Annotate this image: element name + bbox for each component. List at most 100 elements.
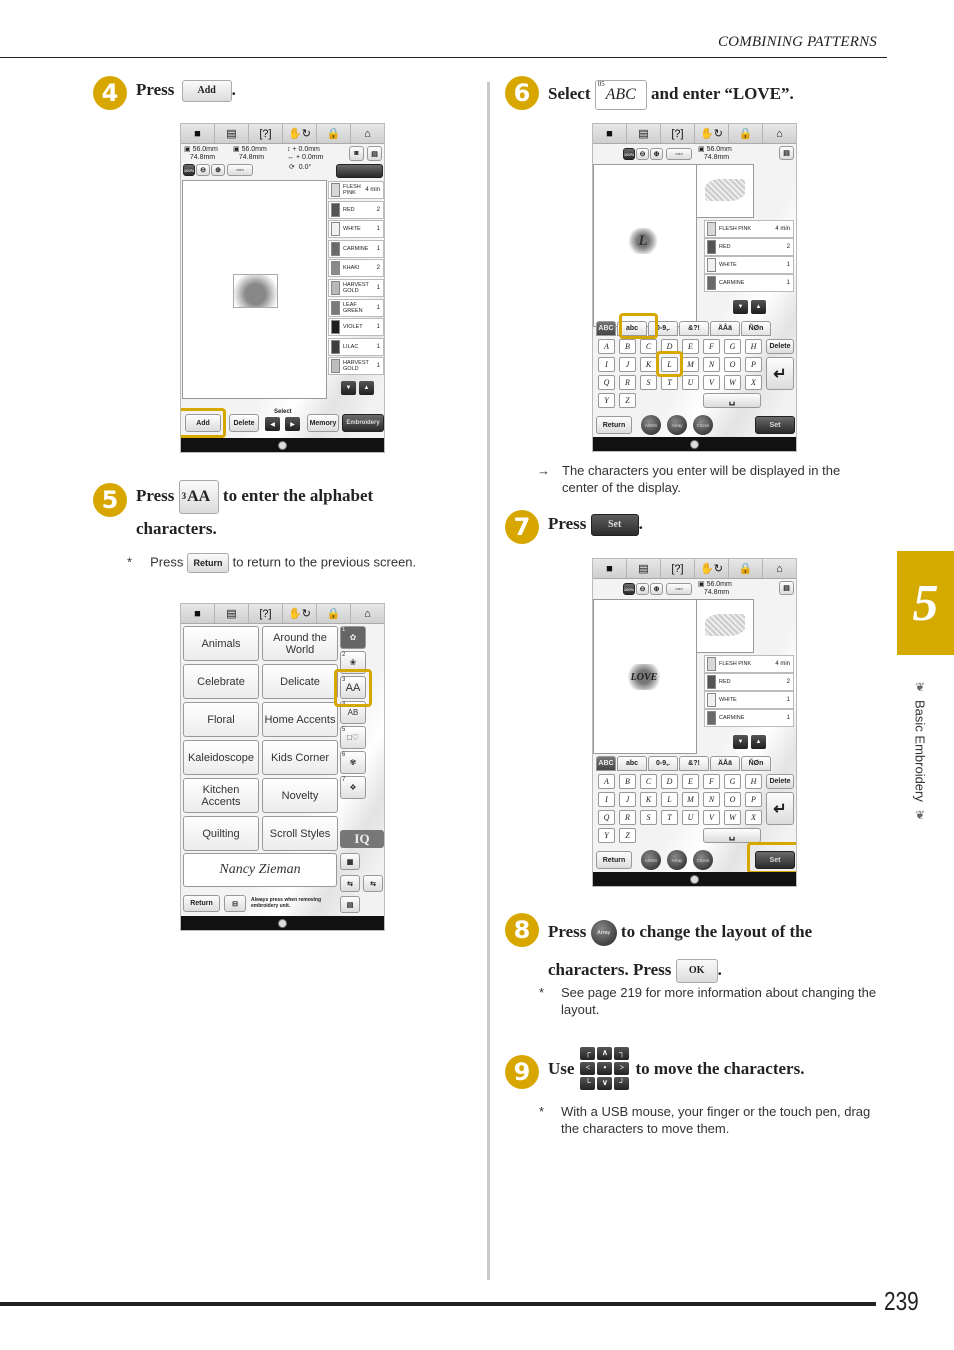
entered-character[interactable]: L	[628, 228, 658, 254]
zoom-level-button[interactable]: 100%	[623, 583, 635, 595]
key-s[interactable]: S	[640, 375, 657, 390]
embroidery-button[interactable]: Embroidery	[342, 414, 384, 432]
key-s[interactable]: S	[640, 810, 657, 825]
key-z[interactable]: Z	[619, 393, 636, 408]
key-b[interactable]: B	[619, 339, 636, 354]
home-icon[interactable]: ⌂	[763, 559, 796, 578]
keyboard-tab[interactable]: &?!	[679, 756, 709, 771]
page-icon[interactable]: ▤	[627, 559, 661, 578]
key-l[interactable]: L	[661, 792, 678, 807]
keyboard-tab[interactable]: abc	[617, 756, 647, 771]
select-next-button[interactable]: ▶	[285, 417, 300, 431]
category-button[interactable]: Celebrate	[183, 664, 259, 699]
category-button[interactable]: Around the World	[262, 626, 338, 661]
camera-icon[interactable]: ■	[181, 604, 215, 623]
edit-button[interactable]	[336, 164, 383, 178]
key-o[interactable]: O	[724, 792, 741, 807]
keyboard-tab[interactable]: ÑØn	[741, 321, 771, 336]
preview-icon[interactable]: ▤	[779, 581, 794, 595]
page-icon[interactable]: ▤	[215, 604, 249, 623]
thread-item[interactable]: WHITE 1	[704, 256, 794, 274]
zoom-out-icon[interactable]: ⊖	[196, 164, 210, 176]
key-w[interactable]: W	[724, 810, 741, 825]
key-d[interactable]: D	[661, 774, 678, 789]
key-k[interactable]: K	[640, 357, 657, 372]
love-pattern[interactable]: LOVE	[626, 664, 662, 690]
category-button[interactable]: Kitchen Accents	[183, 778, 259, 813]
thread-item[interactable]: FLESH PINK 4 min	[704, 655, 794, 673]
embroidery-canvas[interactable]: LOVE	[593, 599, 697, 754]
category-button[interactable]: Animals	[183, 626, 259, 661]
page-icon[interactable]: ▤	[627, 124, 661, 143]
key-o[interactable]: O	[724, 357, 741, 372]
key-e[interactable]: E	[682, 339, 699, 354]
thread-item[interactable]: WHITE 1	[704, 691, 794, 709]
zoom-in-icon[interactable]: ⊕	[650, 148, 663, 160]
memory-button[interactable]: Memory	[307, 414, 339, 432]
usb-mouse-icon[interactable]: ⇆	[363, 875, 383, 892]
category-button[interactable]: Kaleidoscope	[183, 740, 259, 775]
category-button[interactable]: Home Accents	[262, 702, 338, 737]
keyboard-tab[interactable]: ÄÅä	[710, 756, 740, 771]
set-button[interactable]: Set	[755, 416, 795, 434]
key-m[interactable]: M	[682, 792, 699, 807]
camera-view-icon[interactable]: ◙	[349, 146, 364, 161]
key-r[interactable]: R	[619, 810, 636, 825]
return-button[interactable]: Return	[596, 851, 632, 869]
enter-key[interactable]: ↵	[766, 792, 794, 825]
key-u[interactable]: U	[682, 810, 699, 825]
zoom-level-button[interactable]: 100%	[623, 148, 635, 160]
zoom-out-icon[interactable]: ⊖	[636, 583, 649, 595]
key-j[interactable]: J	[619, 357, 636, 372]
camera-icon[interactable]: ■	[593, 124, 627, 143]
enter-key[interactable]: ↵	[766, 357, 794, 390]
key-c[interactable]: C	[640, 339, 657, 354]
frame-display-icon[interactable]: ▫▫▫	[666, 148, 692, 160]
presser-foot-icon[interactable]: ✋↻	[283, 124, 317, 143]
usb-icon[interactable]: ⇆	[340, 875, 360, 892]
key-v[interactable]: V	[703, 375, 720, 390]
category-button[interactable]: Novelty	[262, 778, 338, 813]
keyboard-tab[interactable]: &?!	[679, 321, 709, 336]
delete-button[interactable]: Delete	[229, 414, 259, 432]
zoom-out-icon[interactable]: ⊖	[636, 148, 649, 160]
key-w[interactable]: W	[724, 375, 741, 390]
array-button[interactable]: Array	[667, 850, 687, 870]
side-category-7[interactable]: 7 ❖	[340, 776, 366, 799]
key-z[interactable]: Z	[619, 828, 636, 843]
scroll-up-button[interactable]: ▲	[359, 381, 374, 395]
key-a[interactable]: A	[598, 774, 615, 789]
scroll-up-button[interactable]: ▲	[751, 300, 766, 314]
thread-item[interactable]: CARMINE 1	[328, 239, 384, 258]
machine-memory-icon[interactable]: ▦	[340, 853, 360, 870]
presser-foot-icon[interactable]: ✋↻	[695, 124, 729, 143]
signature-button[interactable]: Nancy Zieman	[183, 853, 337, 887]
key-k[interactable]: K	[640, 792, 657, 807]
ams-button[interactable]: A/M/S	[641, 415, 661, 435]
presser-foot-icon[interactable]: ✋↻	[695, 559, 729, 578]
check-button[interactable]: Check	[693, 415, 713, 435]
scroll-down-button[interactable]: ▼	[733, 735, 748, 749]
help-icon[interactable]: [?]	[661, 559, 695, 578]
key-t[interactable]: T	[661, 375, 678, 390]
page-icon[interactable]: ▤	[215, 124, 249, 143]
key-y[interactable]: Y	[598, 828, 615, 843]
thread-item[interactable]: KHAKI 2	[328, 259, 384, 278]
ams-button[interactable]: A/M/S	[641, 850, 661, 870]
lock-icon[interactable]: 🔒	[729, 124, 763, 143]
camera-icon[interactable]: ■	[593, 559, 627, 578]
side-category-5[interactable]: 5 □♡	[340, 726, 366, 749]
zoom-in-icon[interactable]: ⊕	[650, 583, 663, 595]
key-r[interactable]: R	[619, 375, 636, 390]
thread-item[interactable]: RED 2	[704, 673, 794, 691]
home-icon[interactable]: ⌂	[351, 604, 384, 623]
embroidery-canvas[interactable]: L	[593, 164, 697, 327]
wireless-icon[interactable]: ▤	[340, 896, 360, 913]
key-q[interactable]: Q	[598, 375, 615, 390]
key-h[interactable]: H	[745, 774, 762, 789]
return-button[interactable]: Return	[183, 895, 220, 912]
thread-item[interactable]: WHITE 1	[328, 220, 384, 239]
key-m[interactable]: M	[682, 357, 699, 372]
key-p[interactable]: P	[745, 792, 762, 807]
thread-item[interactable]: RED 2	[704, 238, 794, 256]
